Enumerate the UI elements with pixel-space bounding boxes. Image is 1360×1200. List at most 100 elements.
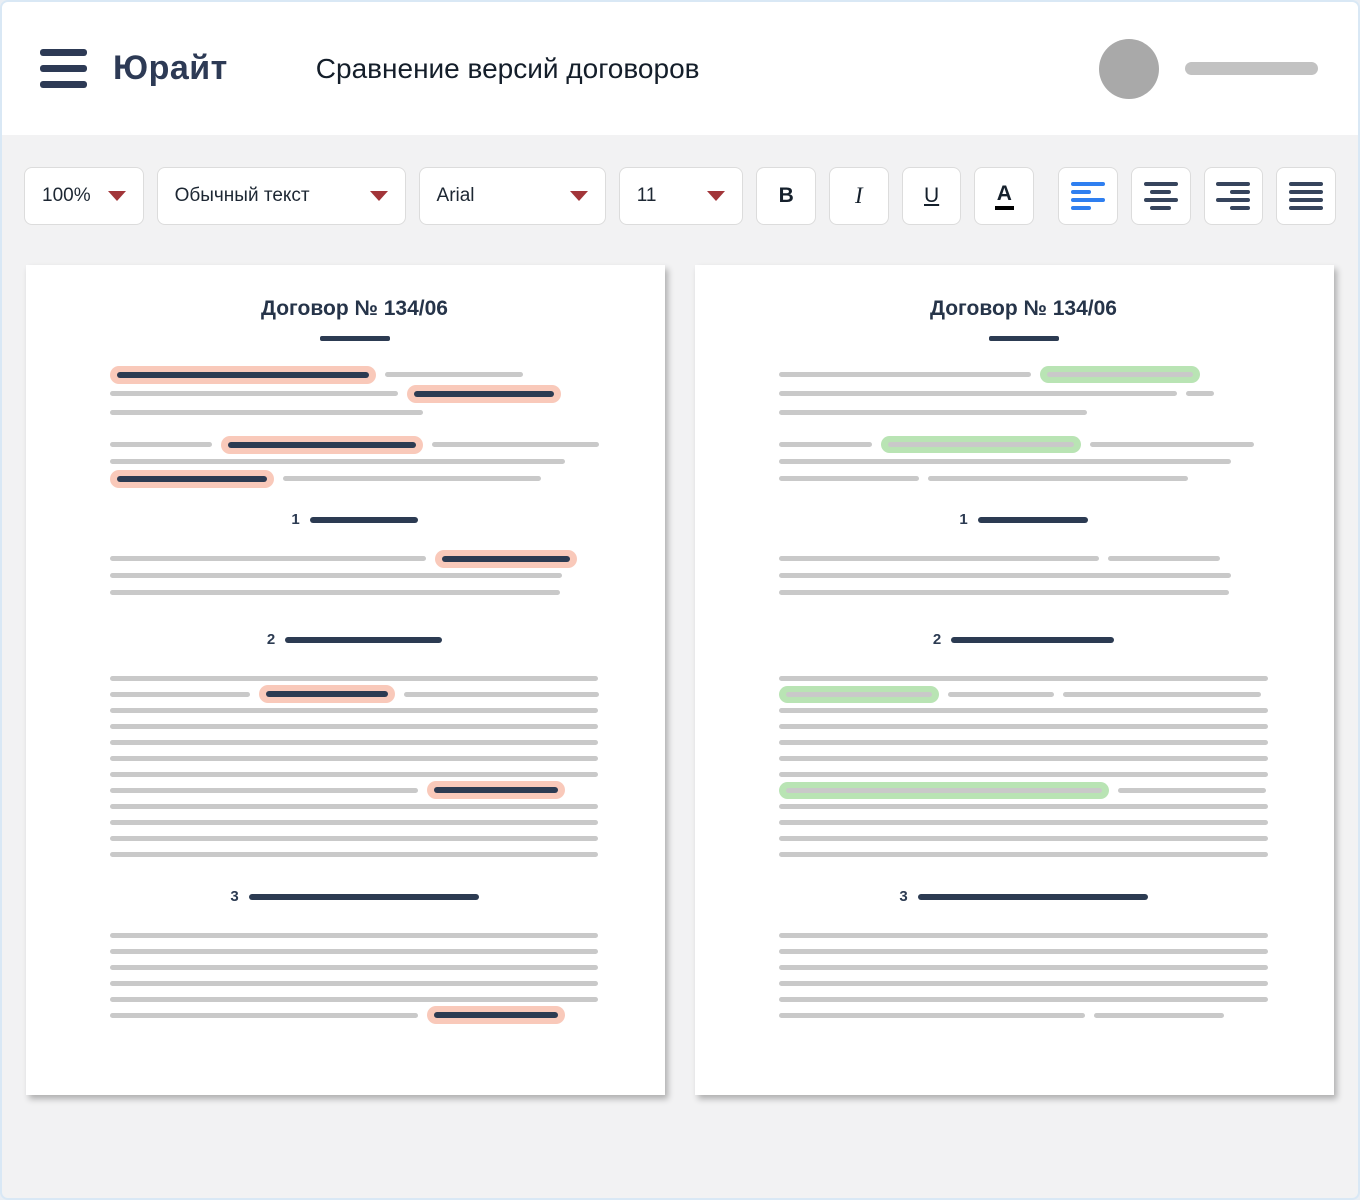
skeleton-line [110, 734, 599, 750]
skeleton-line [110, 584, 599, 601]
text-bar [110, 804, 598, 809]
hamburger-menu-button[interactable] [40, 49, 87, 88]
chevron-down-icon [707, 191, 725, 201]
italic-button[interactable]: I [829, 167, 889, 225]
text-bar [117, 372, 369, 378]
align-center-icon [1144, 182, 1178, 210]
text-bar [110, 708, 598, 713]
text-bar [110, 820, 598, 825]
document-comparison: Договор № 134/06 123 Договор № 134/06 12… [2, 225, 1358, 1095]
font-size-dropdown[interactable]: 11 [619, 167, 744, 225]
skeleton-line [779, 991, 1268, 1007]
skeleton-paragraph [110, 436, 599, 487]
skeleton-line [779, 975, 1268, 991]
skeleton-paragraph [779, 550, 1268, 601]
user-avatar[interactable] [1099, 39, 1159, 99]
page-title: Сравнение версий договоров [316, 53, 700, 85]
bold-icon: B [779, 184, 794, 208]
align-right-button[interactable] [1204, 167, 1264, 225]
text-bar [110, 590, 560, 595]
text-bar [432, 442, 599, 447]
text-bar [1047, 372, 1193, 377]
skeleton-line [779, 550, 1268, 567]
skeleton-line [110, 436, 599, 453]
document-body: 123 [779, 336, 1268, 1023]
text-color-icon: A [995, 182, 1014, 210]
text-bar [779, 772, 1268, 777]
zoom-dropdown[interactable]: 100% [24, 167, 144, 225]
text-bar [434, 1012, 558, 1018]
section-number: 2 [267, 631, 275, 648]
underline-button[interactable]: U [902, 167, 962, 225]
text-bar [110, 676, 598, 681]
text-bar [779, 676, 1268, 681]
skeleton-line [110, 975, 599, 991]
text-bar [110, 692, 250, 697]
skeleton-line [779, 686, 1268, 702]
chevron-down-icon [370, 191, 388, 201]
text-bar [779, 852, 1268, 857]
text-bar [779, 590, 1229, 595]
text-bar [117, 476, 267, 482]
text-bar [110, 573, 562, 578]
section-heading-bar [951, 637, 1114, 643]
section-number: 1 [959, 511, 967, 528]
section-heading: 2 [110, 631, 599, 648]
text-bar [110, 949, 598, 954]
text-bar [1090, 442, 1254, 447]
text-bar [779, 740, 1268, 745]
text-bar [779, 442, 872, 447]
skeleton-paragraph [779, 365, 1268, 422]
section-heading-bar [285, 637, 442, 643]
deleted-highlight [259, 685, 395, 703]
text-bar [228, 442, 416, 448]
skeleton-line [110, 384, 599, 403]
skeleton-line [110, 686, 599, 702]
bold-button[interactable]: B [756, 167, 816, 225]
text-bar [779, 949, 1268, 954]
align-justify-button[interactable] [1276, 167, 1336, 225]
skeleton-line [779, 365, 1268, 384]
font-family-dropdown[interactable]: Arial [419, 167, 606, 225]
skeleton-line [110, 1007, 599, 1023]
text-bar [283, 476, 541, 481]
skeleton-line [779, 814, 1268, 830]
font-size-value: 11 [637, 185, 657, 207]
text-bar [779, 836, 1268, 841]
skeleton-line [110, 798, 599, 814]
skeleton-line [779, 436, 1268, 453]
added-highlight [1040, 366, 1200, 383]
skeleton-line [110, 943, 599, 959]
align-left-button[interactable] [1058, 167, 1118, 225]
skeleton-line [779, 670, 1268, 686]
section-heading: 3 [110, 888, 599, 905]
font-family-value: Arial [437, 185, 475, 207]
skeleton-line [110, 567, 599, 584]
skeleton-line [110, 766, 599, 782]
skeleton-line [779, 750, 1268, 766]
skeleton-line [779, 830, 1268, 846]
paragraph-style-dropdown[interactable]: Обычный текст [157, 167, 406, 225]
text-bar [110, 756, 598, 761]
text-bar [779, 981, 1268, 986]
deleted-highlight [110, 366, 376, 384]
deleted-highlight [407, 385, 561, 403]
text-bar [110, 459, 565, 464]
toolbar: 100% Обычный текст Arial 11 B I U A [2, 135, 1358, 225]
deleted-highlight [435, 550, 577, 568]
section-heading: 2 [779, 631, 1268, 648]
text-bar [110, 442, 212, 447]
text-bar [110, 788, 418, 793]
skeleton-line [110, 750, 599, 766]
skeleton-line [779, 453, 1268, 470]
align-center-button[interactable] [1131, 167, 1191, 225]
skeleton-line [779, 927, 1268, 943]
skeleton-line [110, 782, 599, 798]
text-bar [385, 372, 523, 377]
skeleton-line [779, 567, 1268, 584]
text-bar [888, 442, 1074, 447]
header-right [1099, 39, 1318, 99]
text-color-button[interactable]: A [974, 167, 1034, 225]
skeleton-line [779, 943, 1268, 959]
skeleton-line [779, 734, 1268, 750]
